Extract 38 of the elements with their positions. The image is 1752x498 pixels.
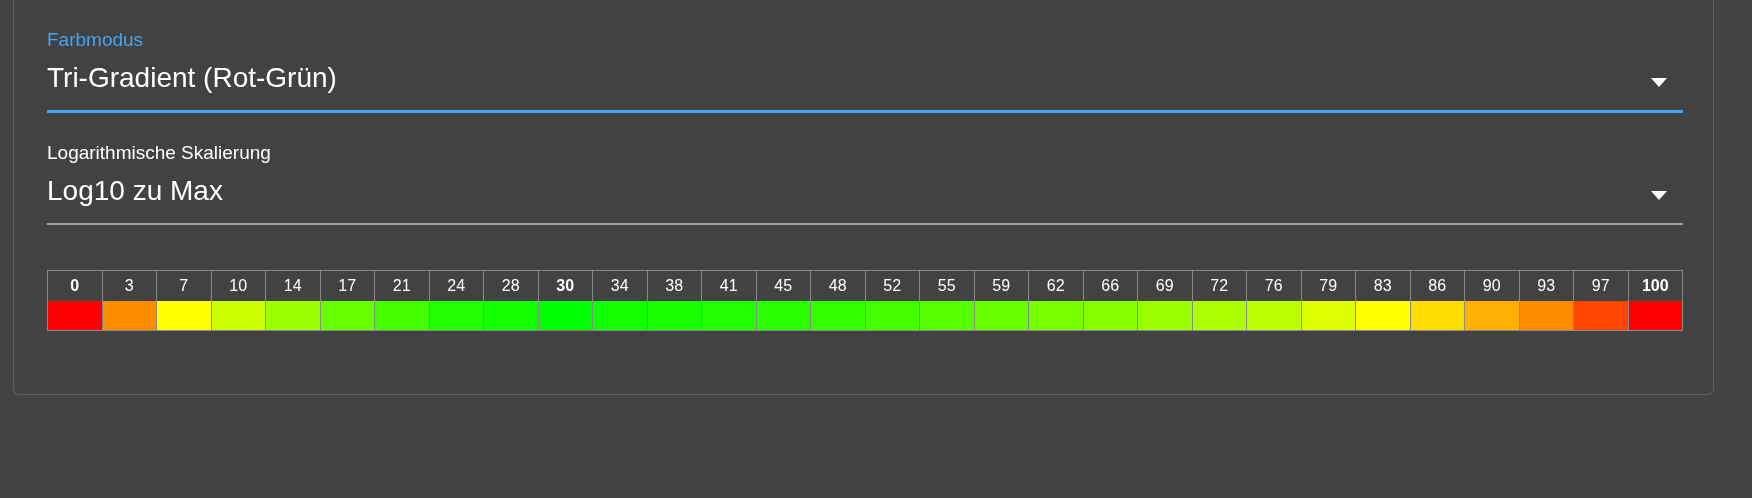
scale-label: 17 xyxy=(337,276,358,296)
scale-label: 66 xyxy=(1100,276,1121,296)
scale-label: 59 xyxy=(991,276,1012,296)
scale-label: 69 xyxy=(1154,276,1175,296)
scale-label: 45 xyxy=(773,276,794,296)
field-label: Farbmodus xyxy=(47,28,145,52)
scale-label: 0 xyxy=(69,276,81,296)
field-value: Tri-Gradient (Rot-Grün) xyxy=(47,61,338,95)
scale-label: 52 xyxy=(882,276,903,296)
scale-label: 97 xyxy=(1590,276,1611,296)
scale-label: 72 xyxy=(1209,276,1230,296)
scale-label: 100 xyxy=(1640,276,1670,296)
scale-label: 28 xyxy=(500,276,521,296)
scale-label: 21 xyxy=(391,276,412,296)
select-field[interactable]: Farbmodus Tri-Gradient (Rot-Grün) xyxy=(47,28,1683,113)
dropdown-caret-icon xyxy=(1651,191,1667,200)
field-value: Log10 zu Max xyxy=(47,174,224,208)
field-label: Logarithmische Skalierung xyxy=(47,141,272,165)
scale-label: 79 xyxy=(1318,276,1339,296)
scale-label: 38 xyxy=(664,276,685,296)
scale-label: 34 xyxy=(609,276,630,296)
scale-label: 76 xyxy=(1263,276,1284,296)
scale-label: 10 xyxy=(228,276,249,296)
scale-label: 30 xyxy=(555,276,576,296)
scale-label: 48 xyxy=(827,276,848,296)
scale-label: 86 xyxy=(1427,276,1448,296)
scale-label: 83 xyxy=(1372,276,1393,296)
scale-label: 55 xyxy=(936,276,957,296)
scale-label: 3 xyxy=(123,276,135,296)
scale-label: 93 xyxy=(1536,276,1557,296)
dropdown-caret-icon xyxy=(1651,78,1667,87)
scale-label: 24 xyxy=(446,276,467,296)
select-field[interactable]: Logarithmische Skalierung Log10 zu Max xyxy=(47,141,1683,225)
scale-label: 90 xyxy=(1481,276,1502,296)
scale-label: 62 xyxy=(1045,276,1066,296)
scale-label: 14 xyxy=(282,276,303,296)
scale-label: 41 xyxy=(718,276,739,296)
scale-label: 7 xyxy=(178,276,190,296)
